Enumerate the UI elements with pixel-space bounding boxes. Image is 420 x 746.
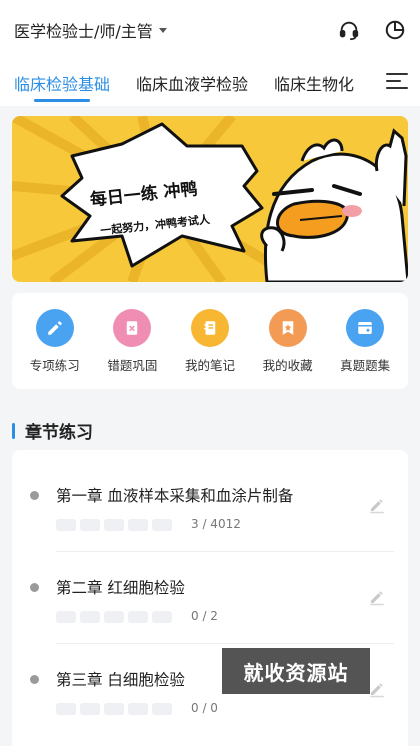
progress-segment — [104, 703, 124, 715]
bullet-dot — [30, 491, 39, 500]
duck-mascot-icon — [260, 128, 408, 282]
edit-icon[interactable] — [368, 588, 386, 610]
exam-title: 医学检验士/师/主管 — [14, 22, 153, 41]
chapter-progress: 3 / 4012 — [191, 517, 241, 531]
tab-clinical-hematology[interactable]: 临床血液学检验 — [136, 60, 248, 106]
quick-action-special-practice[interactable]: 专项练习 — [18, 308, 92, 374]
progress-segment — [80, 703, 100, 715]
progress-segment — [128, 519, 148, 531]
edit-icon[interactable] — [368, 680, 386, 702]
pie-chart-icon[interactable] — [384, 19, 406, 41]
quick-action-label: 我的笔记 — [184, 357, 235, 373]
quick-action-past-exams[interactable]: 真题题集 — [328, 308, 402, 374]
tab-label: 临床检验基础 — [14, 75, 111, 94]
banner-illustration: 每日一练 冲鸭 一起努力，冲鸭考试人 — [12, 116, 408, 282]
edit-icon[interactable] — [368, 496, 386, 518]
progress-segment — [128, 703, 148, 715]
progress-segment — [56, 519, 76, 531]
quick-action-label: 我的收藏 — [262, 357, 313, 373]
chapter-name: 第三章 白细胞检验 — [56, 671, 185, 689]
exam-selector[interactable]: 医学检验士/师/主管 — [14, 18, 167, 42]
progress-segment — [56, 703, 76, 715]
notebook-icon — [190, 308, 229, 347]
progress-segment — [104, 519, 124, 531]
chapter-list: 第一章 血液样本采集和血涂片制备 3 / 4012 第二章 红细胞检验 0 / … — [12, 450, 408, 746]
chapter-progress: 0 / 2 — [191, 609, 218, 623]
quick-action-favorites[interactable]: 我的收藏 — [251, 308, 325, 374]
progress-segment — [56, 611, 76, 623]
pencil-icon — [35, 308, 74, 347]
chapter-name: 第二章 红细胞检验 — [56, 579, 185, 597]
chapter-item[interactable]: 第二章 红细胞检验 0 / 2 — [12, 552, 408, 644]
quick-action-notes[interactable]: 我的笔记 — [173, 308, 247, 374]
subject-tabs: 临床检验基础 临床血液学检验 临床生物化 — [0, 60, 420, 106]
headset-icon[interactable] — [338, 19, 360, 41]
chapter-name: 第一章 血液样本采集和血涂片制备 — [56, 487, 294, 505]
star-icon — [268, 308, 307, 347]
chapter-item[interactable]: 第一章 血液样本采集和血涂片制备 3 / 4012 — [12, 460, 408, 552]
progress-segment — [104, 611, 124, 623]
progress-segment — [80, 519, 100, 531]
section-accent-bar — [12, 422, 15, 439]
watermark-badge: 就收资源站 — [222, 648, 370, 694]
bullet-dot — [30, 675, 39, 684]
progress-segment — [152, 519, 172, 531]
wrong-book-icon — [113, 308, 152, 347]
section-header: 章节练习 — [12, 418, 93, 443]
menu-icon[interactable] — [386, 73, 408, 93]
progress-segment — [128, 611, 148, 623]
quick-actions-panel: 专项练习 错题巩固 我的笔记 我的收藏 真题题集 — [12, 293, 408, 389]
caret-down-icon — [158, 27, 167, 33]
top-bar: 医学检验士/师/主管 — [0, 0, 420, 60]
progress-segment — [152, 611, 172, 623]
tab-clinical-lab-basics[interactable]: 临床检验基础 — [14, 60, 110, 106]
section-title: 章节练习 — [25, 423, 93, 443]
question-set-icon — [346, 308, 385, 347]
quick-action-label: 专项练习 — [29, 357, 80, 373]
tab-label: 临床生物化 — [274, 75, 355, 94]
quick-action-label: 错题巩固 — [107, 357, 158, 373]
quick-action-label: 真题题集 — [340, 357, 391, 373]
progress-segment — [80, 611, 100, 623]
bullet-dot — [30, 583, 39, 592]
chapter-progress: 0 / 0 — [191, 701, 218, 715]
quick-action-mistakes[interactable]: 错题巩固 — [95, 308, 169, 374]
tab-label: 临床血液学检验 — [136, 75, 249, 94]
tabs-fade — [350, 60, 380, 106]
progress-segment — [152, 703, 172, 715]
promo-banner[interactable]: 每日一练 冲鸭 一起努力，冲鸭考试人 — [12, 116, 408, 282]
tab-clinical-biochem[interactable]: 临床生物化 — [274, 60, 354, 106]
